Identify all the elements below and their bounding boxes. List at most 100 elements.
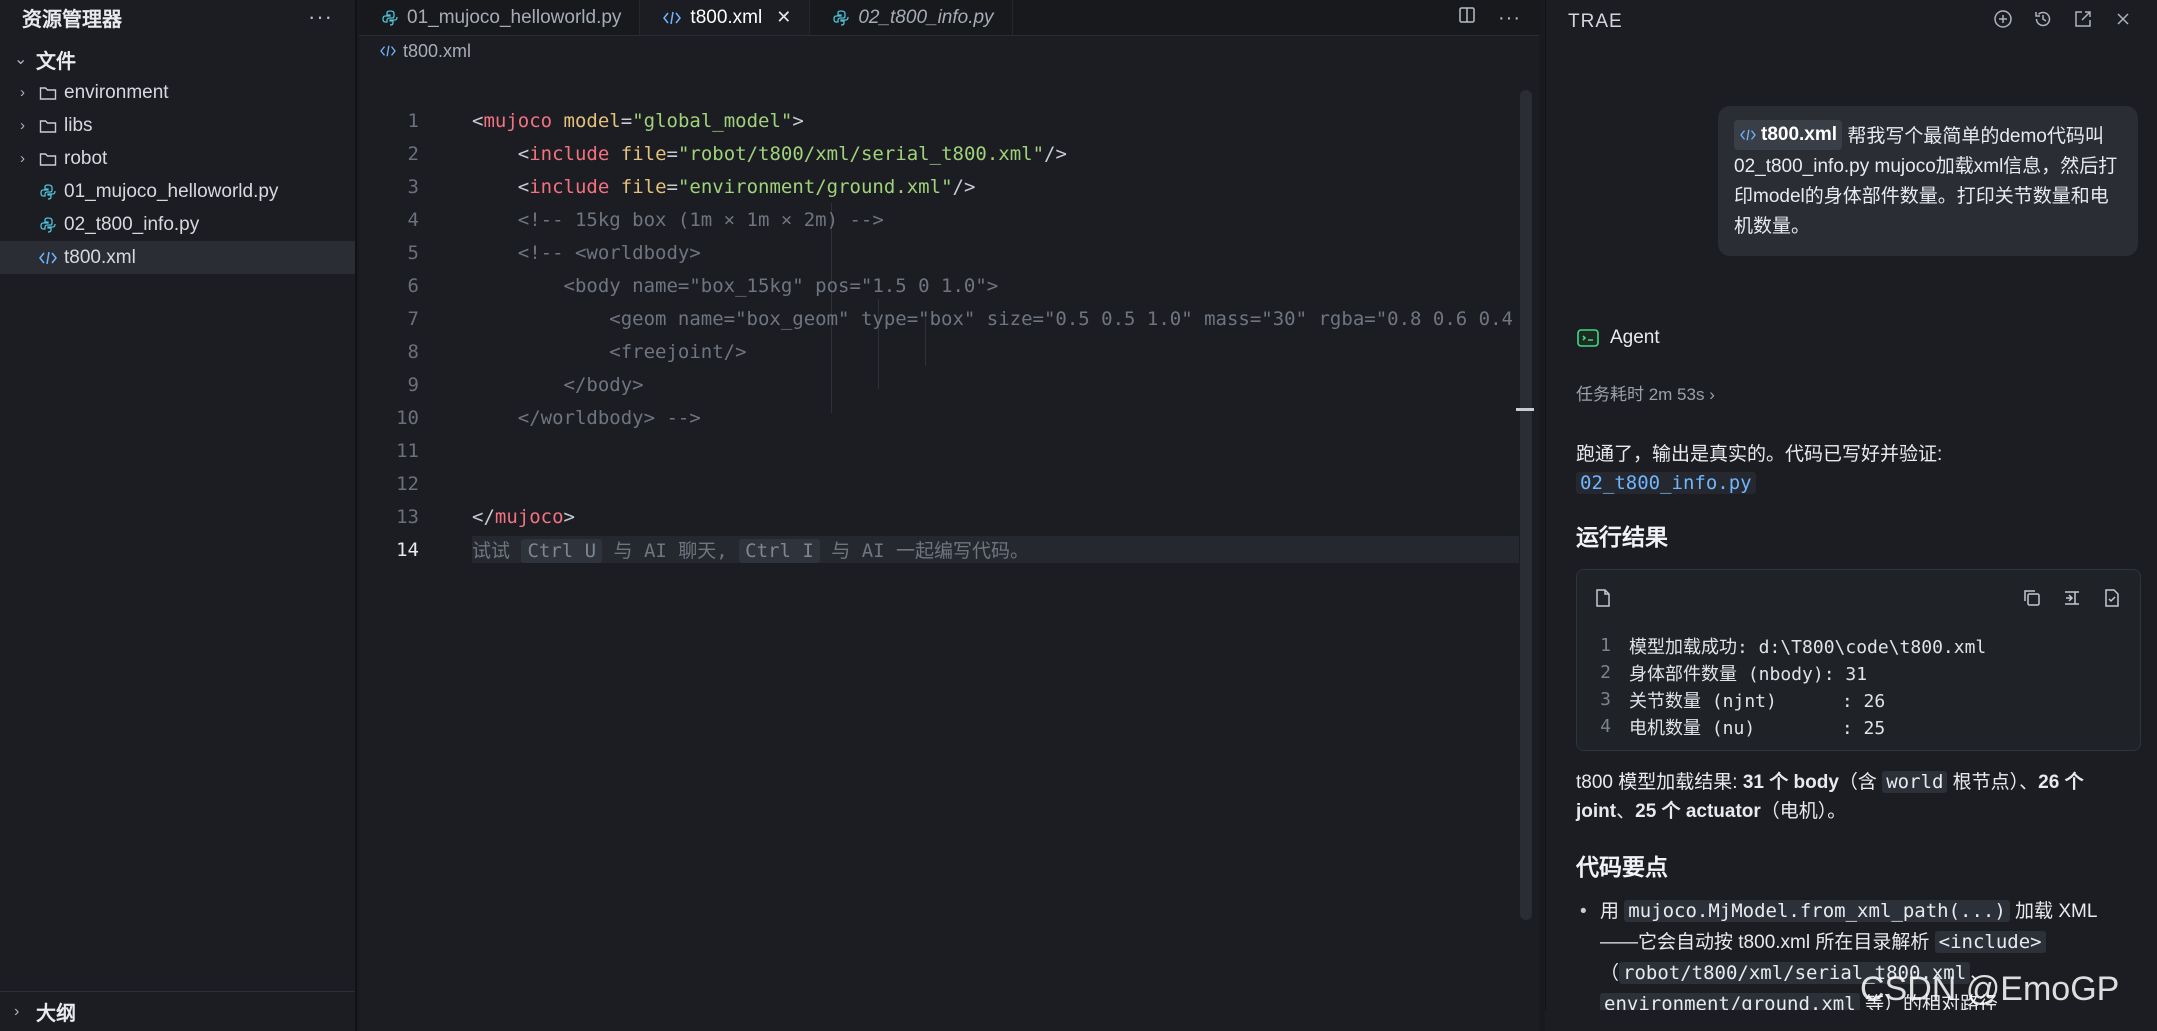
line-number: 4	[407, 208, 419, 231]
tree-item-libs[interactable]: › libs	[0, 109, 355, 142]
line-text: <!-- 15kg box (1m × 1m × 2m) -->	[517, 208, 884, 231]
line-number: 5	[407, 241, 419, 264]
line-number: 14	[396, 538, 419, 561]
line-number: 2	[407, 142, 419, 165]
explorer-title: 资源管理器	[22, 8, 122, 31]
tab-02-t800-info[interactable]: 02_t800_info.py	[810, 0, 1013, 35]
code-block-toolbar	[1577, 570, 2140, 632]
editor-actions: ···	[1458, 0, 1521, 36]
ai-chat-panel: TRAE t800.xml 帮我写个最简单的demo代码叫02_t800_inf…	[1545, 0, 2157, 1031]
line-number: 13	[396, 505, 419, 528]
tree-item-label: environment	[64, 81, 169, 103]
ai-hint: 试试 Ctrl U 与 AI 聊天, Ctrl I 与 AI 一起编写代码。	[472, 536, 1519, 563]
python-icon	[38, 215, 58, 235]
user-message: t800.xml 帮我写个最简单的demo代码叫02_t800_info.py …	[1718, 106, 2138, 256]
python-icon	[832, 9, 850, 27]
reply-intro-text: 跑通了，输出是真实的。代码已写好并验证:	[1576, 444, 1943, 465]
tree-item-label: t800.xml	[64, 246, 136, 268]
chat-brand: TRAE	[1568, 11, 1623, 32]
close-panel-icon[interactable]	[2113, 9, 2133, 35]
code-editor: 01_mujoco_helloworld.py t800.xml ✕ 02_t8…	[359, 0, 1539, 1031]
more-actions-icon[interactable]: ···	[1498, 7, 1521, 30]
output-line: 2 身体部件数量 (nbody): 31	[1600, 662, 1868, 685]
cursor-marker	[1516, 408, 1534, 411]
chevron-right-icon: ›	[20, 150, 25, 167]
split-editor-icon[interactable]	[1458, 6, 1476, 30]
file-icon	[1595, 589, 1611, 613]
open-external-icon[interactable]	[2073, 9, 2093, 35]
file-link[interactable]: 02_t800_info.py	[1576, 472, 1756, 494]
breadcrumb[interactable]: t800.xml	[359, 36, 1539, 66]
tab-t800-xml[interactable]: t800.xml ✕	[640, 0, 811, 35]
tab-01-mujoco-helloworld[interactable]: 01_mujoco_helloworld.py	[359, 0, 641, 35]
code-line: 8 <freejoint/>	[359, 335, 1519, 368]
breadcrumb-file: t800.xml	[403, 40, 472, 61]
code-area[interactable]: 1 <mujoco model="global_model"> 2 <inclu…	[359, 104, 1519, 566]
workspace-root[interactable]: ⌄ 文件	[0, 42, 355, 76]
line-number: 8	[407, 340, 419, 363]
line-text: <body name="box_15kg" pos="1.5 0 1.0">	[563, 274, 999, 297]
code-line: 12	[359, 467, 1519, 500]
workspace-root-label: 文件	[36, 50, 76, 73]
close-icon[interactable]: ✕	[776, 7, 791, 28]
shortcut-key: Ctrl I	[739, 539, 820, 563]
history-icon[interactable]	[2033, 9, 2053, 35]
tree-item-01-mujoco-helloworld[interactable]: 01_mujoco_helloworld.py	[0, 175, 355, 208]
chevron-right-icon: ›	[14, 1002, 20, 1020]
tree-item-environment[interactable]: › environment	[0, 76, 355, 109]
more-icon[interactable]: ···	[308, 4, 333, 30]
tree-item-t800-xml[interactable]: t800.xml	[0, 241, 355, 274]
code-line: 5 <!-- <worldbody>	[359, 236, 1519, 269]
python-icon	[38, 182, 58, 202]
code-line: 9 </body>	[359, 368, 1519, 401]
chat-header: TRAE	[1546, 0, 2157, 44]
xml-icon	[662, 10, 682, 26]
line-number: 11	[396, 439, 419, 462]
chat-scroll-clip	[1545, 1010, 2157, 1031]
line-number: 3	[407, 175, 419, 198]
output-line: 1 模型加载成功: d:\T800\code\t800.xml	[1600, 635, 1987, 658]
code-line: 11	[359, 434, 1519, 467]
apply-icon[interactable]	[2102, 588, 2122, 614]
insert-icon[interactable]	[2062, 588, 2082, 614]
result-summary: t800 模型加载结果: 31 个 body（含 world 根节点）、26 个…	[1576, 771, 2084, 822]
code-line-current[interactable]: 14 试试 Ctrl U 与 AI 聊天, Ctrl I 与 AI 一起编写代码…	[359, 533, 1519, 566]
chevron-right-icon: ›	[1709, 385, 1715, 404]
line-text: </body>	[563, 373, 644, 396]
agent-name: Agent	[1610, 327, 1660, 348]
editor-scrollbar[interactable]	[1516, 90, 1534, 920]
folder-icon	[38, 116, 58, 136]
tree-item-02-t800-info[interactable]: 02_t800_info.py	[0, 208, 355, 241]
outline-label: 大纲	[36, 1003, 76, 1025]
line-text: <include file="robot/t800/xml/serial_t80…	[517, 142, 1067, 165]
xml-icon	[38, 248, 58, 268]
tab-label: 01_mujoco_helloworld.py	[407, 6, 622, 28]
tree-item-label: libs	[64, 114, 93, 136]
code-line: 13 </mujoco>	[359, 500, 1519, 533]
chevron-down-icon: ⌄	[14, 51, 28, 68]
chevron-right-icon: ›	[20, 84, 25, 101]
key-points-heading: 代码要点	[1576, 854, 1668, 880]
chevron-right-icon: ›	[20, 117, 25, 134]
task-duration[interactable]: 任务耗时 2m 53s ›	[1576, 380, 1715, 405]
line-number: 6	[407, 274, 419, 297]
xml-icon	[379, 44, 397, 58]
folder-icon	[38, 149, 58, 169]
line-number: 7	[407, 307, 419, 330]
tree-item-label: robot	[64, 147, 108, 169]
output-line: 4 电机数量 (nu) : 25	[1600, 716, 1886, 739]
file-reference-chip[interactable]: t800.xml	[1734, 120, 1843, 150]
line-text: <geom name="box_geom" type="box" size="0…	[609, 307, 1513, 330]
tree-item-robot[interactable]: › robot	[0, 142, 355, 175]
line-text: </mujoco>	[472, 505, 575, 528]
code-line: 10 </worldbody> -->	[359, 401, 1519, 434]
outline-section[interactable]: › 大纲	[0, 991, 355, 1031]
python-icon	[381, 9, 399, 27]
line-number: 10	[396, 406, 419, 429]
line-text: <freejoint/>	[609, 340, 747, 363]
agent-reply-intro: 跑通了，输出是真实的。代码已写好并验证: 02_t800_info.py	[1576, 440, 2136, 498]
new-chat-icon[interactable]	[1993, 9, 2013, 35]
shortcut-key: Ctrl U	[521, 539, 603, 563]
copy-icon[interactable]	[2022, 588, 2042, 614]
code-line: 2 <include file="robot/t800/xml/serial_t…	[359, 137, 1519, 170]
